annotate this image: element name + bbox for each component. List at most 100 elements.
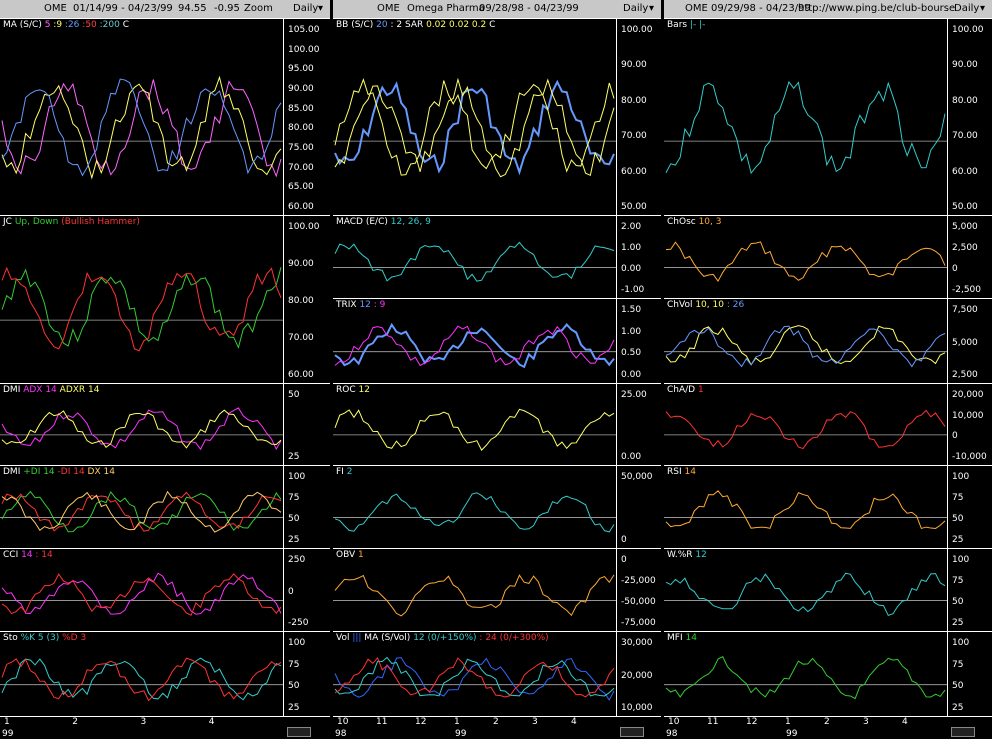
source-url[interactable]: http://www.ping.be/club-bourse bbox=[798, 0, 955, 18]
y-tick-label: 50 bbox=[952, 514, 964, 524]
y-tick-label: 50 bbox=[952, 681, 964, 692]
y-tick-label: 1.50 bbox=[621, 305, 642, 315]
y-tick-label: 50 bbox=[288, 514, 300, 524]
indicator-panel[interactable]: Sto %K 5 (3) %D 3 100 75 50 25 bbox=[0, 631, 330, 717]
series-line bbox=[665, 656, 946, 700]
chart-column-2: OME Omega Pharma 09/28/98 - 04/23/99 Dai… bbox=[333, 0, 661, 739]
indicator-panel[interactable]: ChOsc 10, 3 5,000 2,500 0 -2,500 bbox=[664, 215, 992, 299]
y-tick-label: 0.00 bbox=[621, 264, 642, 274]
indicator-panel[interactable]: MFI 14 100 75 50 25 bbox=[664, 631, 992, 717]
chevron-down-icon[interactable]: ▾ bbox=[980, 0, 985, 18]
x-axis: 1 2 3 4 bbox=[0, 716, 330, 729]
indicator-panel[interactable]: MA (S/C) 5 :9 :26 :50 :200 C 105.00 100.00… bbox=[0, 18, 330, 216]
scroll-control[interactable] bbox=[287, 727, 311, 737]
window-header-1[interactable]: OME 01/14/99 - 04/23/99 94.55 -0.95 Zoom… bbox=[0, 0, 330, 18]
series-line bbox=[1, 79, 282, 178]
series-line bbox=[334, 241, 615, 282]
scroll-control[interactable] bbox=[620, 727, 644, 737]
series-line bbox=[334, 79, 615, 176]
window-header-2[interactable]: OME Omega Pharma 09/28/98 - 04/23/99 Dai… bbox=[333, 0, 661, 18]
y-tick-label: 10,000 bbox=[621, 703, 653, 713]
y-tick-label: 0 bbox=[952, 431, 958, 442]
indicator-panel[interactable]: ChVol 10, 10 : 26 7,500 5,000 2,500 bbox=[664, 298, 992, 384]
indicator-plot bbox=[0, 407, 283, 451]
y-tick-label: -1.00 bbox=[621, 285, 645, 295]
scroll-control[interactable] bbox=[951, 727, 975, 737]
indicator-panel[interactable]: ChA/D 1 20,000 10,000 0 -10,000 bbox=[664, 383, 992, 466]
indicator-plot bbox=[333, 408, 616, 451]
chart-column-1: OME 01/14/99 - 04/23/99 94.55 -0.95 Zoom… bbox=[0, 0, 330, 739]
y-axis bbox=[947, 466, 948, 549]
indicator-panel[interactable]: W.%R 12 100 75 50 25 bbox=[664, 548, 992, 632]
y-tick-label: 75 bbox=[288, 493, 300, 503]
y-tick-label: 80.00 bbox=[288, 123, 314, 134]
y-tick-label: 50 bbox=[288, 390, 300, 400]
indicator-panel[interactable]: Bars |- |- 100.00 90.00 80.00 70.00 60.00 50.0… bbox=[664, 18, 992, 216]
y-tick-label: 0.50 bbox=[621, 348, 642, 359]
indicator-panel[interactable]: DMI +DI 14 -DI 14 DX 14 100 75 50 25 bbox=[0, 465, 330, 549]
period-dropdown[interactable]: Daily bbox=[954, 0, 979, 18]
y-tick-label: 100.00 bbox=[621, 25, 653, 35]
x-tick-label: 1 bbox=[454, 717, 460, 727]
y-tick-label: 0 bbox=[952, 264, 958, 274]
y-tick-label: 85.00 bbox=[288, 103, 314, 114]
chevron-down-icon[interactable]: ▾ bbox=[318, 0, 323, 18]
y-tick-label: 7,500 bbox=[952, 305, 978, 315]
y-tick-label: 0 bbox=[621, 555, 627, 565]
x-tick-label: 2 bbox=[72, 717, 78, 727]
y-tick-label: 100.00 bbox=[288, 44, 320, 55]
indicator-plot bbox=[664, 241, 947, 283]
series-line bbox=[1, 78, 282, 177]
indicator-plot bbox=[0, 75, 283, 180]
x-tick-label: 4 bbox=[571, 717, 577, 727]
period-dropdown[interactable]: Daily bbox=[293, 0, 318, 18]
symbol-label: OME bbox=[685, 3, 708, 14]
chevron-down-icon[interactable]: ▾ bbox=[649, 0, 654, 18]
y-tick-label: 0 bbox=[621, 535, 627, 545]
y-tick-label: 50.00 bbox=[621, 202, 647, 212]
y-axis bbox=[616, 384, 617, 466]
y-tick-label: 75 bbox=[952, 493, 964, 503]
y-axis bbox=[947, 299, 948, 384]
indicator-panel[interactable]: RSI 14 100 75 50 25 bbox=[664, 465, 992, 549]
x-tick-label: 4 bbox=[902, 717, 908, 727]
series-line bbox=[334, 78, 615, 176]
x-axis: 10 11 12 1 2 3 4 bbox=[664, 716, 992, 729]
y-axis bbox=[283, 216, 284, 384]
y-tick-label: 100.00 bbox=[952, 25, 984, 35]
series-line bbox=[1, 573, 282, 616]
y-tick-label: 100 bbox=[952, 555, 970, 565]
indicator-panel[interactable]: ROC 12 25.00 0.00 bbox=[333, 383, 661, 466]
y-tick-label: 70.00 bbox=[621, 131, 647, 142]
series-line bbox=[334, 322, 615, 369]
x-tick-label: 2 bbox=[493, 717, 499, 727]
y-tick-label: 30,000 bbox=[621, 638, 653, 648]
indicator-plot bbox=[333, 322, 616, 369]
y-tick-label: 95.00 bbox=[288, 64, 314, 75]
period-dropdown[interactable]: Daily bbox=[623, 0, 648, 18]
indicator-panel[interactable]: FI 2 50,000 0 bbox=[333, 465, 661, 549]
x-tick-label: 1 bbox=[4, 717, 10, 727]
indicator-panel[interactable]: BB (S/C) 20 : 2 SAR 0.02 0.02 0.2 C 100.0… bbox=[333, 18, 661, 216]
y-tick-label: 70.00 bbox=[288, 333, 314, 343]
indicator-panel[interactable]: MACD (E/C) 12, 26, 9 2.00 1.00 0.00 -1.00 bbox=[333, 215, 661, 299]
indicator-panel[interactable]: CCI 14 : 14 250 0 -250 bbox=[0, 548, 330, 632]
indicator-plot bbox=[0, 572, 283, 616]
company-name: Omega Pharma bbox=[407, 3, 485, 14]
indicator-panel[interactable]: Vol ||| MA (S/Vol) 12 (0/+150%) : 24 (0/… bbox=[333, 631, 661, 717]
y-tick-label: 25 bbox=[952, 535, 964, 545]
indicator-panel[interactable]: DMI ADX 14 ADXR 14 50 25 bbox=[0, 383, 330, 466]
y-axis bbox=[947, 384, 948, 466]
y-tick-label: 75.00 bbox=[288, 143, 314, 153]
indicator-panel[interactable]: JC Up, Down (Bullish Hammer) 100.00 90.00 8… bbox=[0, 215, 330, 384]
y-tick-label: 50 bbox=[288, 681, 300, 692]
x-tick-label: 3 bbox=[140, 717, 147, 727]
indicator-panel[interactable]: TRIX 12 : 9 1.50 1.00 0.50 0.00 bbox=[333, 298, 661, 384]
x-tick-label: 12 bbox=[746, 717, 758, 727]
indicator-panel[interactable]: OBV 1 0 -25,000 -50,000 -75,000 bbox=[333, 548, 661, 632]
y-tick-label: 0 bbox=[288, 586, 294, 597]
y-tick-label: 100 bbox=[288, 472, 306, 482]
window-header-3[interactable]: OME 09/29/98 - 04/23/99 http://www.ping.… bbox=[664, 0, 992, 18]
zoom-button[interactable]: Zoom bbox=[244, 0, 273, 18]
y-axis bbox=[616, 466, 617, 549]
